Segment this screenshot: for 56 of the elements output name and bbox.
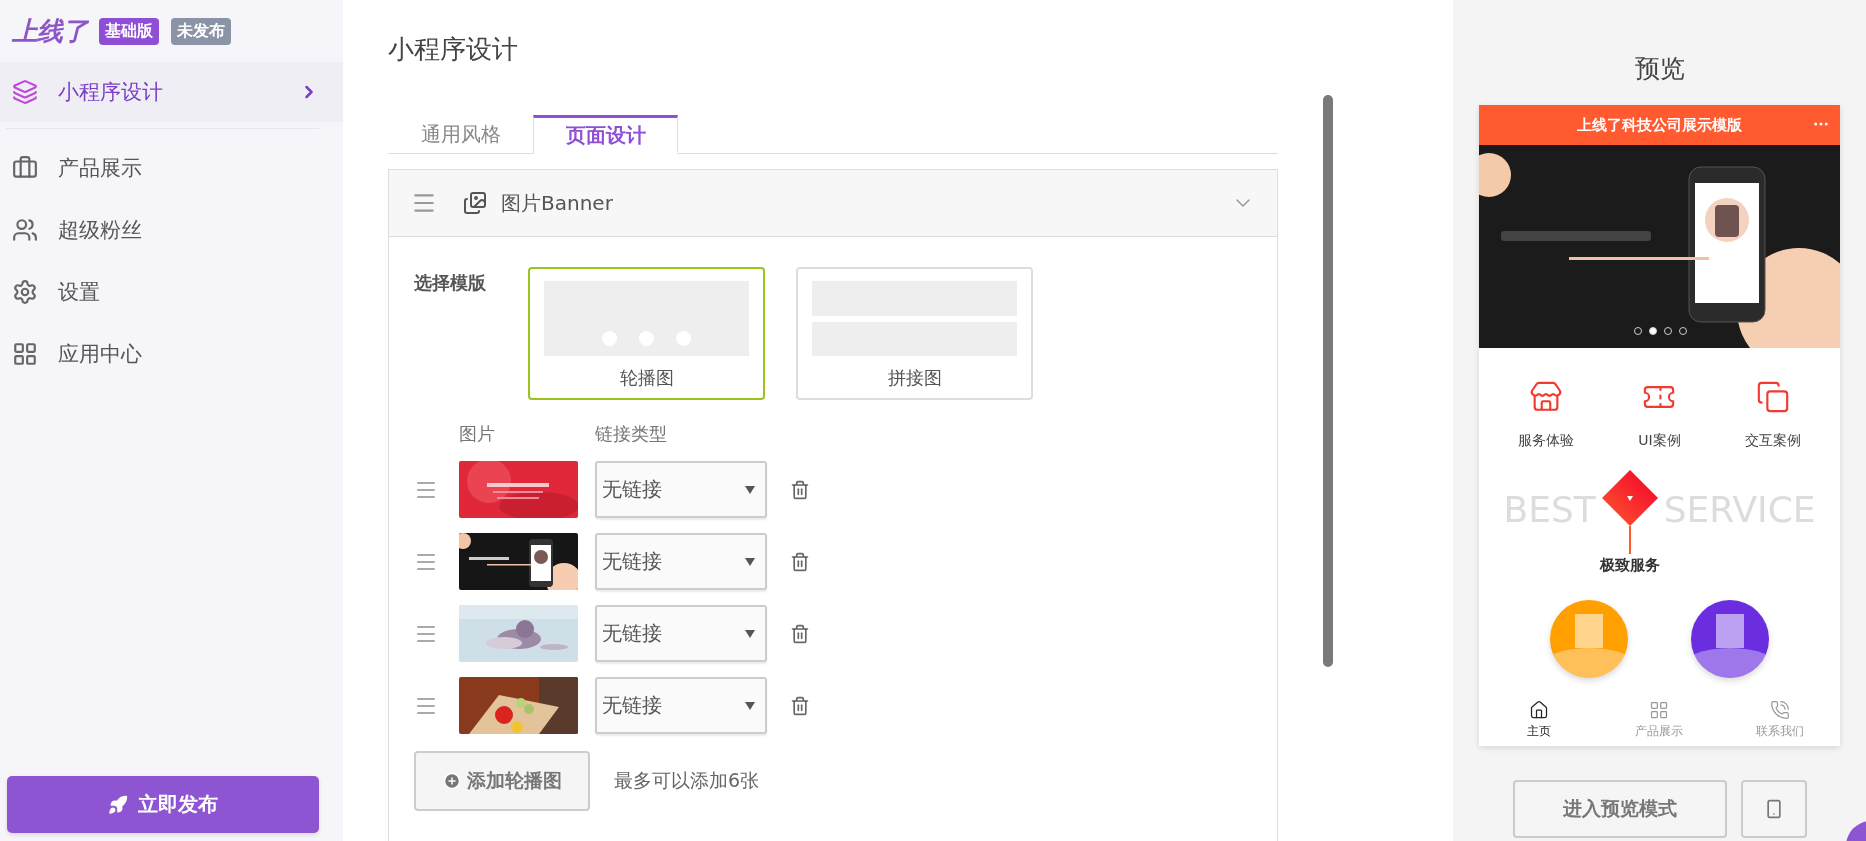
trash-icon[interactable] [790, 623, 810, 644]
link-type-select[interactable]: 无链接 [595, 533, 767, 590]
preview-mode-button[interactable]: 进入预览模式 [1512, 780, 1727, 838]
sidebar-item[interactable]: 应用中心 [0, 323, 343, 385]
caret-icon [745, 628, 755, 639]
images-icon [463, 191, 487, 215]
link-type-select[interactable]: 无链接 [595, 461, 767, 518]
hint-text: 最多可以添加6张 [614, 768, 760, 793]
scrollbar[interactable] [1323, 95, 1333, 667]
trash-icon[interactable] [790, 551, 810, 572]
trash-icon[interactable] [790, 479, 810, 500]
home-icon[interactable] [1529, 700, 1550, 720]
page-title: 小程序设计 [388, 33, 519, 66]
caret-icon [745, 484, 755, 495]
sidebar-item[interactable]: 小程序设计 [0, 62, 343, 122]
preview-title: 预览 [1634, 53, 1685, 85]
status-badge: 未发布 [171, 17, 231, 45]
caret-icon [745, 556, 755, 567]
mobile-button[interactable] [1740, 780, 1807, 838]
sidebar-item[interactable]: 设置 [0, 261, 343, 323]
section-title: 极致服务 [1599, 556, 1660, 575]
publish-button[interactable]: 立即发布 [7, 776, 319, 833]
logo: 上线了 [12, 14, 87, 48]
template-card[interactable]: 拼接图 [796, 267, 1033, 400]
sidebar-item[interactable]: 产品展示 [0, 137, 343, 199]
caret-icon [745, 700, 755, 711]
layers-icon [12, 79, 38, 105]
settings-icon [12, 279, 38, 305]
plan-badge: 基础版 [99, 17, 159, 45]
shortcut-label: 交互案例 [1745, 432, 1802, 450]
grid-icon[interactable] [1649, 700, 1670, 720]
phone-icon[interactable] [1769, 700, 1790, 720]
carousel-dot[interactable] [1649, 327, 1657, 335]
stacked-cards-icon [1756, 380, 1791, 414]
shortcut-label: UI案例 [1638, 432, 1681, 450]
column-header: 链接类型 [595, 422, 668, 446]
phone-header: 上线了科技公司展示模版 [1479, 105, 1840, 145]
link-type-select[interactable]: 无链接 [595, 605, 767, 662]
tab[interactable]: 页面设计 [533, 115, 678, 154]
template-card[interactable]: 轮播图 [528, 267, 765, 400]
link-type-select[interactable]: 无链接 [595, 677, 767, 734]
grid-icon [12, 341, 38, 367]
sidebar-item[interactable]: 超级粉丝 [0, 199, 343, 261]
rocket-icon [108, 794, 128, 815]
module-title: 图片Banner [501, 189, 614, 217]
column-header: 图片 [459, 422, 496, 446]
shortcut-label: 服务体验 [1517, 432, 1574, 450]
add-banner-button[interactable]: 添加轮播图 [414, 751, 590, 811]
users-icon [12, 217, 38, 243]
briefcase-icon [12, 155, 38, 181]
tab[interactable]: 通用风格 [388, 115, 533, 154]
store-icon [1528, 380, 1563, 414]
plus-icon [442, 772, 461, 790]
tab-label[interactable]: 主页 [1527, 723, 1552, 740]
trash-icon[interactable] [790, 695, 810, 716]
template-label: 选择模版 [414, 271, 487, 295]
